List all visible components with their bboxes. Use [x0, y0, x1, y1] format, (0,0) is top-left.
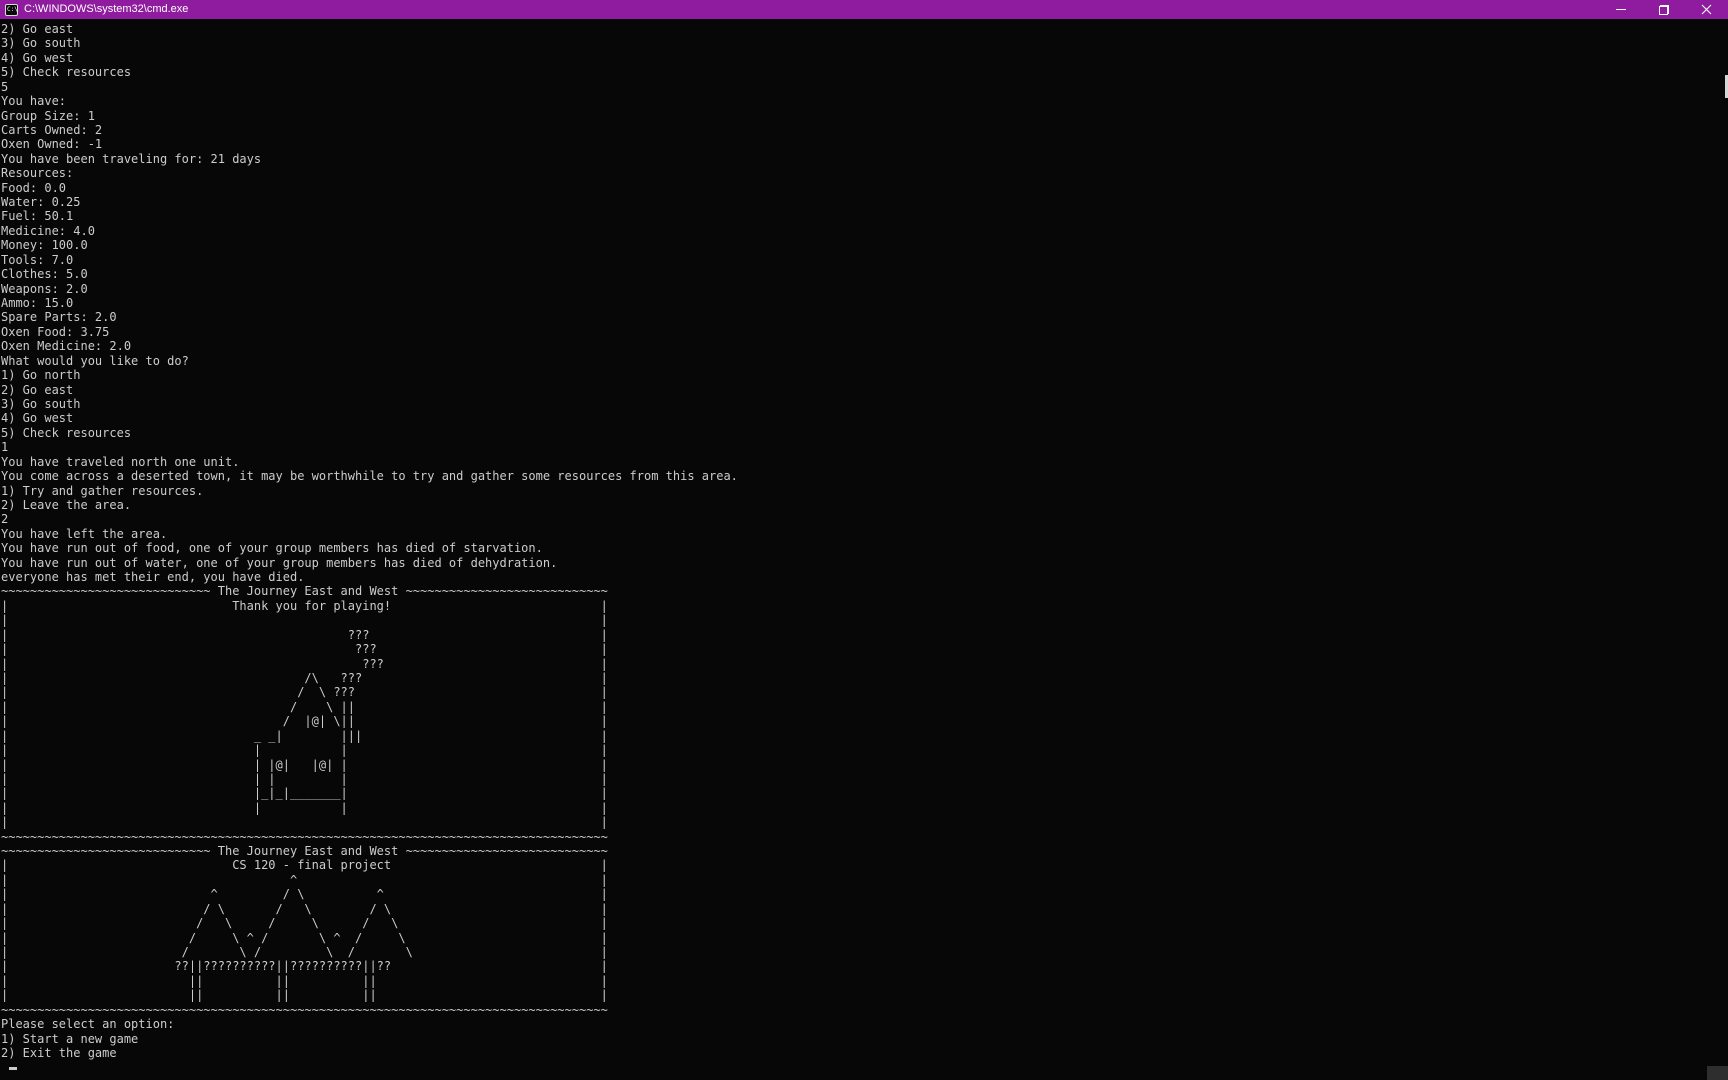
console-area[interactable]: 2) Go east 3) Go south 4) Go west 5) Che… — [0, 19, 1728, 1080]
minimize-icon — [1616, 9, 1626, 10]
scrollbar-corner — [1707, 1066, 1728, 1080]
titlebar[interactable]: C:\ C:\WINDOWS\system32\cmd.exe — [0, 0, 1728, 19]
restore-button[interactable] — [1642, 0, 1685, 19]
minimize-button[interactable] — [1599, 0, 1642, 19]
text-cursor — [9, 1067, 17, 1070]
window-title: C:\WINDOWS\system32\cmd.exe — [24, 0, 188, 19]
titlebar-left: C:\ C:\WINDOWS\system32\cmd.exe — [0, 0, 1599, 19]
cmd-icon: C:\ — [5, 4, 18, 16]
window-controls — [1599, 0, 1728, 19]
cmd-window: C:\ C:\WINDOWS\system32\cmd.exe 2) Go ea… — [0, 0, 1728, 1080]
close-button[interactable] — [1685, 0, 1728, 19]
close-icon — [1701, 4, 1712, 15]
console-text: 2) Go east 3) Go south 4) Go west 5) Che… — [0, 19, 1728, 1060]
restore-down-icon — [1659, 5, 1669, 15]
